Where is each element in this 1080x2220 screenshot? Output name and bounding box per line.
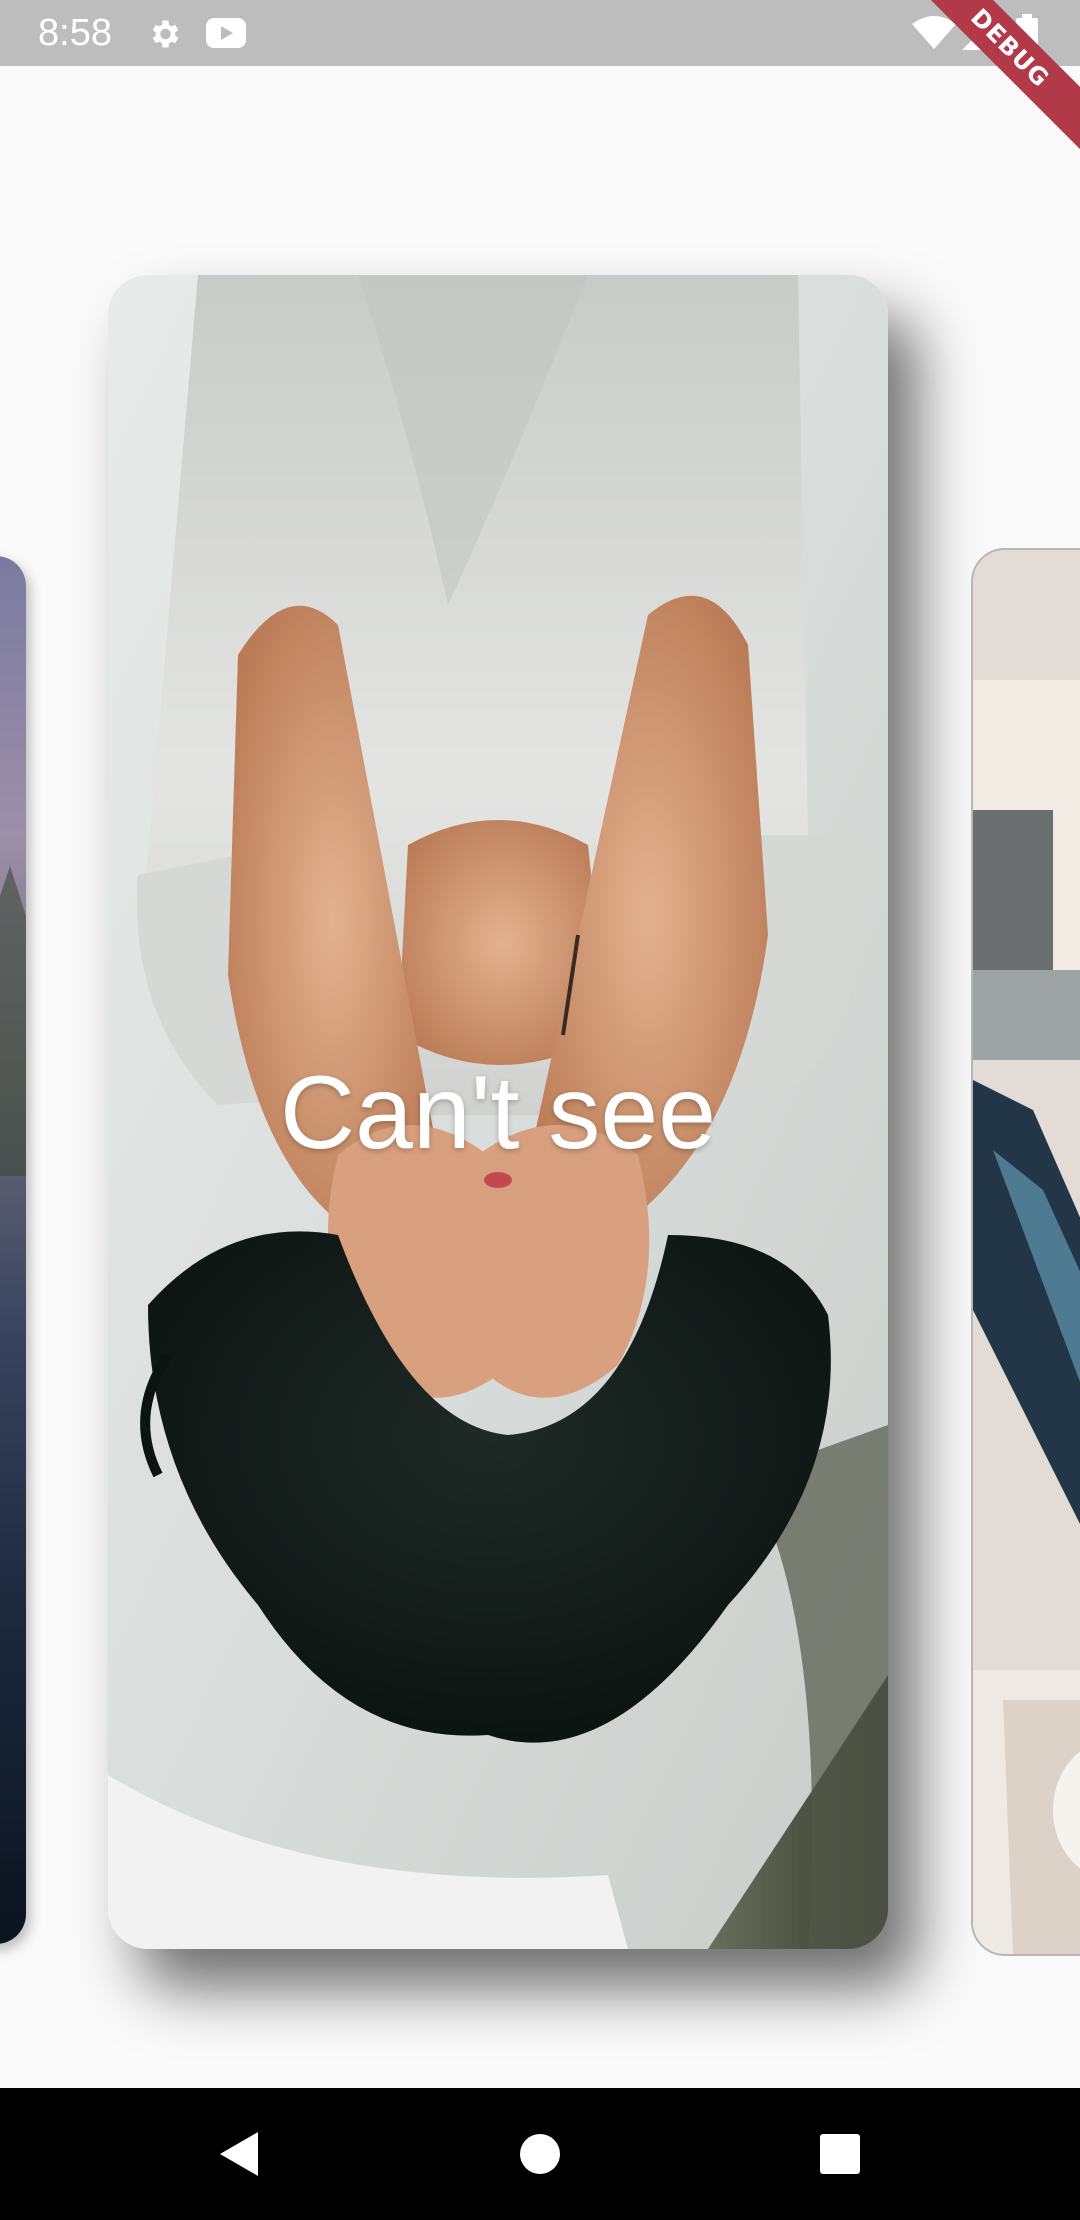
card-image-next	[973, 550, 1080, 1954]
carousel-card-next[interactable]	[971, 548, 1080, 1956]
status-bar: 8:58 DEBUG	[0, 0, 1080, 156]
home-icon[interactable]	[514, 2128, 566, 2180]
status-time: 8:58	[38, 12, 112, 54]
recents-icon[interactable]	[814, 2128, 866, 2180]
card-image-previous	[0, 556, 26, 1944]
gear-icon	[146, 16, 182, 57]
youtube-icon	[206, 18, 246, 53]
carousel-card-current[interactable]: Can't see	[108, 275, 888, 1949]
back-icon[interactable]	[214, 2128, 266, 2180]
system-nav-bar	[0, 2088, 1080, 2220]
image-carousel[interactable]: Can't see	[0, 66, 1080, 2088]
carousel-card-previous[interactable]	[0, 556, 26, 1944]
wifi-icon	[912, 16, 956, 55]
card-caption: Can't see	[279, 1055, 717, 1171]
